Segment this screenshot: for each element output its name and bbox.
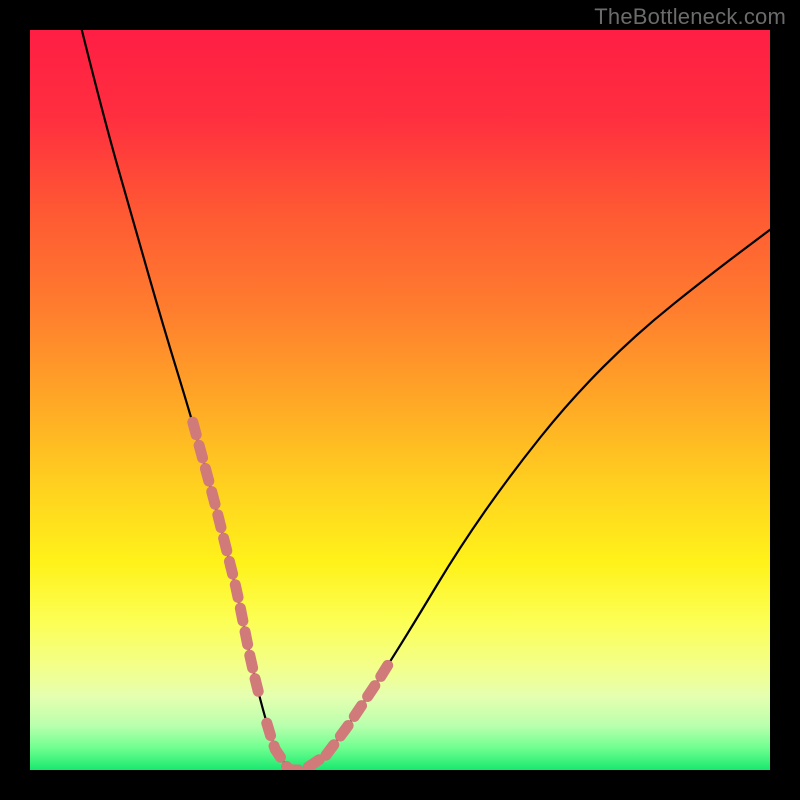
watermark-text: TheBottleneck.com [594, 4, 786, 30]
plot-area [30, 30, 770, 770]
background-gradient [30, 30, 770, 770]
outer-frame: TheBottleneck.com [0, 0, 800, 800]
